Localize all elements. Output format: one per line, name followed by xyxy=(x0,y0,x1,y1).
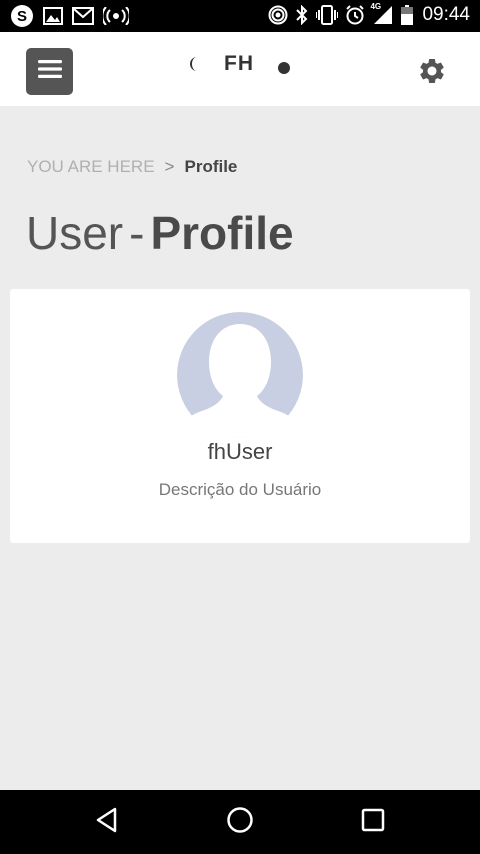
alarm-icon xyxy=(345,5,365,25)
page-title-section: User xyxy=(26,207,124,259)
status-bar: S 4G 09:44 xyxy=(0,0,480,32)
recents-button[interactable] xyxy=(357,806,389,838)
svg-text:S: S xyxy=(17,8,27,25)
clock: 09:44 xyxy=(422,4,470,25)
gmail-icon xyxy=(72,7,94,25)
status-bar-left: S xyxy=(10,4,129,28)
battery-icon xyxy=(401,5,414,25)
menu-button[interactable] xyxy=(26,48,73,95)
back-button[interactable] xyxy=(91,806,123,838)
status-bar-right: 4G 09:44 xyxy=(268,2,470,26)
bluetooth-icon xyxy=(295,5,309,25)
profile-description: Descrição do Usuário xyxy=(158,480,322,499)
broadcast-icon xyxy=(103,7,129,25)
skype-icon: S xyxy=(10,4,34,28)
home-icon xyxy=(226,806,254,839)
avatar[interactable] xyxy=(177,312,303,438)
moon-icon xyxy=(186,56,200,77)
hotspot-icon xyxy=(268,5,288,25)
profile-card: fhUser Descrição do Usuário xyxy=(10,289,470,543)
app-header: FH xyxy=(0,32,480,106)
brand-text: FH xyxy=(224,52,254,75)
breadcrumb: YOU ARE HERE > Profile xyxy=(27,157,237,177)
signal-icon: 4G xyxy=(370,2,394,25)
breadcrumb-prefix: YOU ARE HERE xyxy=(27,157,155,176)
brand-dot-icon xyxy=(278,62,290,74)
page-title-separator: - xyxy=(129,207,145,259)
back-icon xyxy=(95,807,119,838)
page-title-page: Profile xyxy=(150,207,294,259)
settings-button[interactable] xyxy=(417,56,447,86)
profile-username: fhUser xyxy=(207,439,273,464)
hamburger-icon xyxy=(37,59,62,84)
gear-icon xyxy=(417,58,447,90)
vibrate-icon xyxy=(316,5,339,25)
page-title: User - Profile xyxy=(26,206,294,260)
image-icon xyxy=(43,7,63,25)
home-button[interactable] xyxy=(224,806,256,838)
breadcrumb-separator: > xyxy=(164,157,175,176)
recents-icon xyxy=(361,808,385,837)
user-silhouette-icon xyxy=(177,312,303,438)
network-type-label: 4G xyxy=(370,2,382,11)
breadcrumb-current: Profile xyxy=(184,157,238,176)
navigation-bar xyxy=(0,790,480,854)
